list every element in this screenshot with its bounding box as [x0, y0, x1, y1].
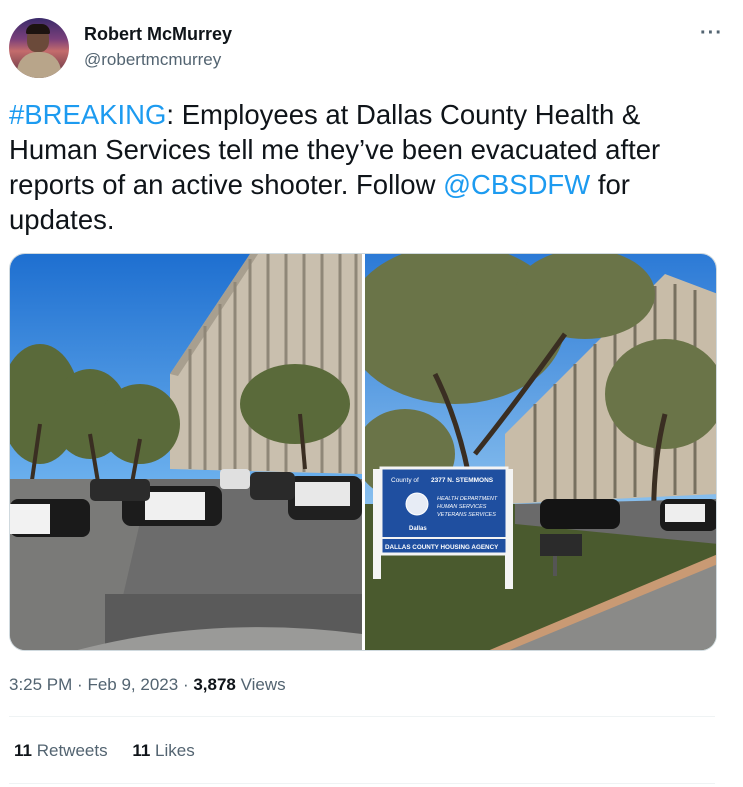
likes-label: Likes — [155, 741, 195, 760]
sign-human-services: HUMAN SERVICES — [437, 504, 487, 510]
likes-count: 11 — [132, 741, 151, 760]
photo-police-building-image — [10, 254, 362, 650]
separator-dot: · — [77, 675, 83, 694]
sign-health-department: HEALTH DEPARTMENT — [437, 496, 498, 502]
media-grid: County of 2377 N. STEMMONS HEALTH DEPART… — [9, 253, 717, 651]
tweet-meta: 3:25 PM · Feb 9, 2023 · 3,878 Views — [9, 675, 286, 695]
divider — [9, 783, 715, 784]
sign-address: 2377 N. STEMMONS — [431, 477, 494, 484]
tweet-date[interactable]: Feb 9, 2023 — [87, 675, 178, 694]
photo-police-building[interactable] — [10, 254, 362, 650]
author-handle[interactable]: @robertmcmurrey — [84, 50, 221, 70]
retweets-stat[interactable]: 11 Retweets — [14, 741, 108, 760]
sign-city: Dallas — [409, 526, 427, 532]
sign-county-of: County of — [391, 477, 419, 484]
separator-dot: · — [182, 675, 189, 694]
engagement-stats: 11 Retweets 11 Likes — [14, 741, 215, 761]
photo-county-sign[interactable]: County of 2377 N. STEMMONS HEALTH DEPART… — [365, 254, 716, 650]
photo-county-sign-image: County of 2377 N. STEMMONS HEALTH DEPART… — [365, 254, 716, 650]
sign-veterans-services: VETERANS SERVICES — [437, 512, 496, 518]
more-options-icon[interactable]: ··· — [700, 22, 723, 45]
author-name[interactable]: Robert McMurrey — [84, 24, 232, 45]
sign-housing-agency: DALLAS COUNTY HOUSING AGENCY — [385, 544, 499, 551]
retweets-count: 11 — [14, 741, 32, 760]
tweet-header: Robert McMurrey @robertmcmurrey ··· — [9, 16, 733, 80]
tweet-text: #BREAKING: Employees at Dallas County He… — [9, 97, 729, 237]
hashtag-link-breaking[interactable]: #BREAKING — [9, 99, 166, 130]
views-count: 3,878 — [193, 675, 236, 694]
retweets-label: Retweets — [36, 741, 108, 760]
avatar[interactable] — [9, 18, 69, 78]
tweet-time[interactable]: 3:25 PM — [9, 675, 72, 694]
views-label: Views — [240, 675, 286, 694]
mention-link-cbsdfw[interactable]: @CBSDFW — [443, 169, 590, 200]
divider — [9, 716, 715, 717]
likes-stat[interactable]: 11 Likes — [132, 741, 194, 760]
